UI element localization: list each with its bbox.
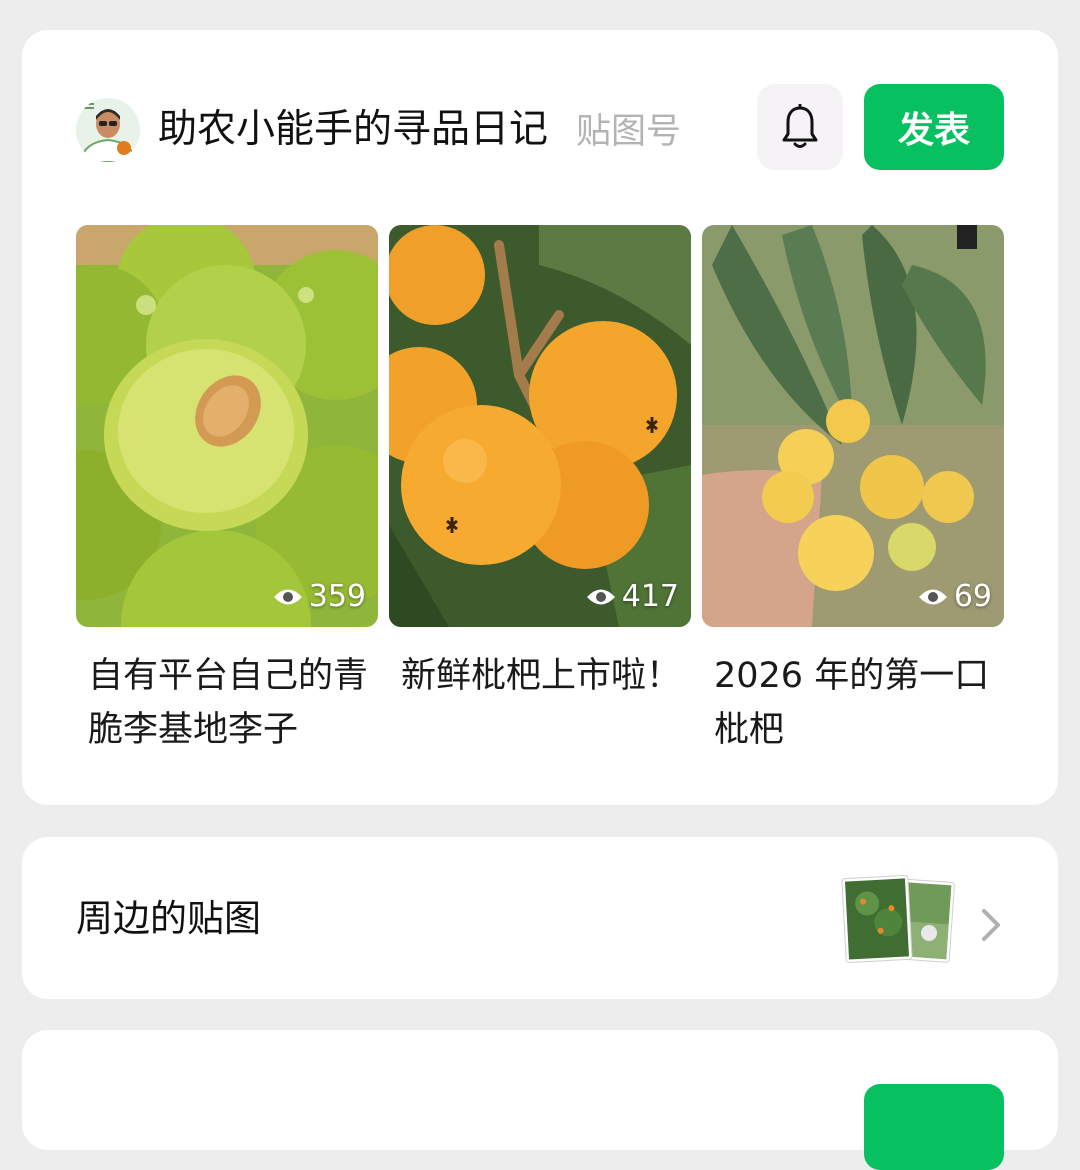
next-card-button[interactable]: [864, 1084, 1004, 1170]
post-thumbnail[interactable]: 417: [389, 225, 691, 627]
account-type-label: 贴图号: [576, 112, 682, 152]
view-count-value: 69: [953, 579, 992, 614]
next-card: [22, 1030, 1058, 1170]
account-card: 助农小能手的寻品日记 贴图号 发表 359 自有平台自己的青脆李基地李子 417…: [22, 30, 1058, 805]
view-count: 417: [586, 579, 679, 615]
post-card[interactable]: 417 新鲜枇杷上市啦！: [389, 225, 691, 703]
post-title[interactable]: 新鲜枇杷上市啦！: [389, 649, 691, 703]
notification-bell-button[interactable]: [757, 84, 843, 170]
eye-icon: [273, 589, 302, 605]
bell-icon: [782, 104, 818, 148]
post-title[interactable]: 2026 年的第一口枇杷: [702, 649, 1004, 757]
post-thumbnail[interactable]: 69: [702, 225, 1004, 627]
post-card[interactable]: 69 2026 年的第一口枇杷: [702, 225, 1004, 757]
view-count: 359: [273, 579, 366, 615]
account-avatar[interactable]: [76, 98, 140, 162]
post-card[interactable]: 359 自有平台自己的青脆李基地李子: [76, 225, 378, 757]
eye-icon: [918, 589, 947, 605]
account-name[interactable]: 助农小能手的寻品日记: [158, 104, 548, 156]
view-count-value: 417: [621, 579, 679, 614]
view-count-value: 359: [308, 579, 366, 614]
nearby-posts-label: 周边的贴图: [76, 897, 261, 940]
nearby-posts-card[interactable]: 周边的贴图: [22, 837, 1058, 999]
post-title[interactable]: 自有平台自己的青脆李基地李子: [76, 649, 378, 757]
chevron-right-icon[interactable]: [978, 905, 1004, 945]
post-thumbnail[interactable]: 359: [76, 225, 378, 627]
eye-icon: [586, 589, 615, 605]
nearby-thumbnails: [840, 873, 958, 965]
view-count: 69: [918, 579, 992, 615]
publish-button[interactable]: 发表: [864, 84, 1004, 170]
